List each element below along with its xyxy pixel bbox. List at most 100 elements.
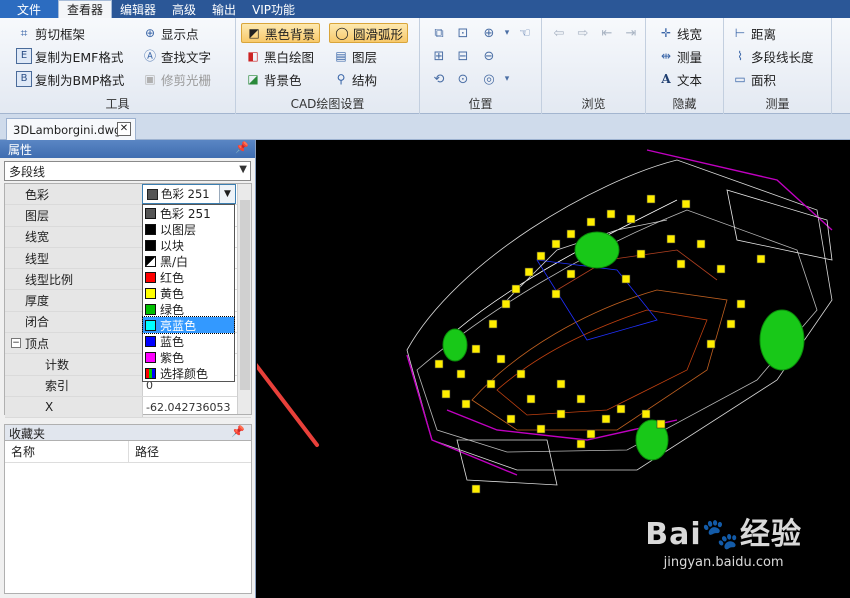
color-option[interactable]: 绿色	[143, 301, 234, 317]
color-combobox[interactable]: 色彩 251 ▼	[142, 184, 236, 204]
document-tab-title: 3DLamborgini.dwg	[13, 122, 122, 137]
group-hide-label: 隐藏	[672, 97, 697, 111]
properties-title-bar: 属性 📌	[0, 140, 255, 158]
structure-button[interactable]: ⚲ 结构	[333, 69, 377, 89]
menu-viewer[interactable]: 查看器	[58, 0, 113, 18]
clip-frame-icon: ⌗	[20, 26, 28, 40]
copy-emf-button[interactable]: E 复制为EMF格式	[16, 46, 123, 66]
property-key: 色彩	[5, 184, 143, 205]
black-background-button[interactable]: ◩ 黑色背景	[241, 23, 321, 43]
menu-output[interactable]: 输出	[204, 0, 244, 18]
property-scrollbar[interactable]	[237, 184, 251, 414]
zoom-realtime-icon[interactable]: ⊙	[454, 70, 472, 88]
structure-label: 结构	[352, 72, 378, 88]
chevron-down-icon: ▼	[239, 164, 247, 175]
color-option-label: 色彩 251	[160, 206, 211, 221]
zoom-window-icon[interactable]: ⊡	[454, 24, 472, 42]
background-color-button[interactable]: ◪ 背景色	[245, 69, 302, 89]
group-position-label: 位置	[468, 97, 493, 111]
copy-bmp-button[interactable]: B 复制为BMP格式	[16, 69, 124, 89]
layers-label: 图层	[352, 49, 378, 65]
last-page-icon[interactable]: ⇥	[622, 24, 640, 42]
find-text-icon: Ⓐ	[143, 49, 156, 63]
clip-frame-button[interactable]: ⌗ 剪切框架	[16, 23, 85, 43]
color-option[interactable]: 红色	[143, 269, 234, 285]
object-type-value: 多段线	[9, 164, 46, 179]
distance-button[interactable]: ⊢ 距离	[732, 23, 776, 43]
first-page-icon[interactable]: ⇤	[598, 24, 616, 42]
property-row-x[interactable]: X -62.042736053	[5, 396, 251, 419]
close-icon[interactable]: ✕	[117, 122, 131, 136]
zoom-all-icon[interactable]: ⊟	[454, 47, 472, 65]
zoom-dropdown-icon[interactable]: ▾	[498, 24, 516, 42]
scrollbar-thumb[interactable]	[240, 200, 250, 390]
hide-measure-button[interactable]: ⇹ 测量	[658, 46, 702, 66]
favorites-col-name[interactable]: 名称	[5, 441, 129, 462]
properties-title: 属性	[8, 142, 33, 157]
favorites-col-path[interactable]: 路径	[129, 441, 159, 462]
layers-button[interactable]: ▤ 图层	[333, 46, 377, 66]
rotate-icon[interactable]: ⟲	[430, 70, 448, 88]
menu-file[interactable]: 文件	[0, 0, 58, 18]
group-measure: ⊢ 距离 ⌇ 多段线长度 ▭ 面积 测量	[724, 18, 832, 114]
trim-raster-button[interactable]: ▣ 修剪光栅	[142, 69, 211, 89]
zoom-in-icon[interactable]: ⊕	[480, 24, 498, 42]
forward-icon[interactable]: ⇨	[574, 24, 592, 42]
color-swatch	[145, 287, 156, 299]
color-option[interactable]: 色彩 251	[143, 205, 234, 221]
text-button[interactable]: A 文本	[658, 69, 702, 89]
area-icon: ▭	[734, 72, 746, 86]
find-text-button[interactable]: Ⓐ 查找文字	[142, 46, 211, 66]
bw-drawing-button[interactable]: ◧ 黑白绘图	[245, 46, 314, 66]
color-option[interactable]: 选择颜色	[143, 365, 234, 381]
polyline-length-button[interactable]: ⌇ 多段线长度	[732, 46, 813, 66]
color-option[interactable]: 蓝色	[143, 333, 234, 349]
orbit-icon[interactable]: ◎	[480, 70, 498, 88]
color-swatch	[145, 367, 156, 379]
color-option-label: 红色	[160, 270, 185, 285]
lineweight-button[interactable]: ✛ 线宽	[658, 23, 702, 43]
show-points-button[interactable]: ⊕ 显示点	[142, 23, 199, 43]
favorites-header: 名称 路径	[5, 441, 251, 463]
fit-icon[interactable]: ⧉	[430, 24, 448, 42]
text-icon: A	[661, 72, 671, 86]
color-swatch	[145, 239, 156, 251]
menu-advanced[interactable]: 高级	[164, 0, 204, 18]
bg-color-label: 背景色	[264, 72, 302, 88]
color-swatch	[145, 207, 156, 219]
menu-vip[interactable]: VIP功能	[244, 0, 303, 18]
bw-drawing-icon: ◧	[247, 49, 259, 63]
group-hide: ✛ 线宽 ⇹ 测量 A 文本 隐藏	[646, 18, 724, 114]
zoom-out-icon[interactable]: ⊖	[480, 47, 498, 65]
document-tab[interactable]: 3DLamborgini.dwg ✕	[6, 118, 136, 140]
pin-icon[interactable]: 📌	[235, 141, 249, 154]
color-option[interactable]: 黑/白	[143, 253, 234, 269]
find-text-label: 查找文字	[161, 49, 212, 65]
color-option[interactable]: 以块	[143, 237, 234, 253]
pin-icon[interactable]: 📌	[231, 425, 245, 438]
color-swatch	[145, 319, 156, 331]
pan-hand-icon[interactable]: ☜	[516, 24, 534, 42]
back-icon[interactable]: ⇦	[550, 24, 568, 42]
property-value[interactable]: -62.042736053	[143, 397, 251, 417]
zoom-extents-icon[interactable]: ⊞	[430, 47, 448, 65]
copy-emf-label: 复制为EMF格式	[35, 49, 124, 65]
object-type-select[interactable]: 多段线 ▼	[4, 161, 251, 181]
color-option[interactable]: 黄色	[143, 285, 234, 301]
area-button[interactable]: ▭ 面积	[732, 69, 776, 89]
orbit-dropdown-icon[interactable]: ▾	[498, 70, 516, 88]
collapse-icon[interactable]: −	[11, 338, 21, 349]
menu-editor[interactable]: 编辑器	[112, 0, 164, 18]
ribbon: ⌗ 剪切框架 E 复制为EMF格式 B 复制为BMP格式 ⊕ 显示点 Ⓐ 查找文…	[0, 18, 850, 114]
watermark-url: jingyan.baidu.com	[663, 555, 784, 570]
structure-icon: ⚲	[336, 72, 346, 86]
lineweight-label: 线宽	[677, 26, 703, 42]
chevron-down-icon[interactable]: ▼	[219, 185, 235, 203]
black-bg-icon: ◩	[248, 26, 260, 40]
color-option-label: 紫色	[160, 350, 185, 365]
smooth-arc-button[interactable]: ◯ 圆滑弧形	[329, 23, 409, 43]
property-key: 线型比例	[5, 269, 143, 290]
color-option[interactable]: 以图层	[143, 221, 234, 237]
color-option[interactable]: 亮蓝色	[142, 316, 235, 334]
color-option[interactable]: 紫色	[143, 349, 234, 365]
